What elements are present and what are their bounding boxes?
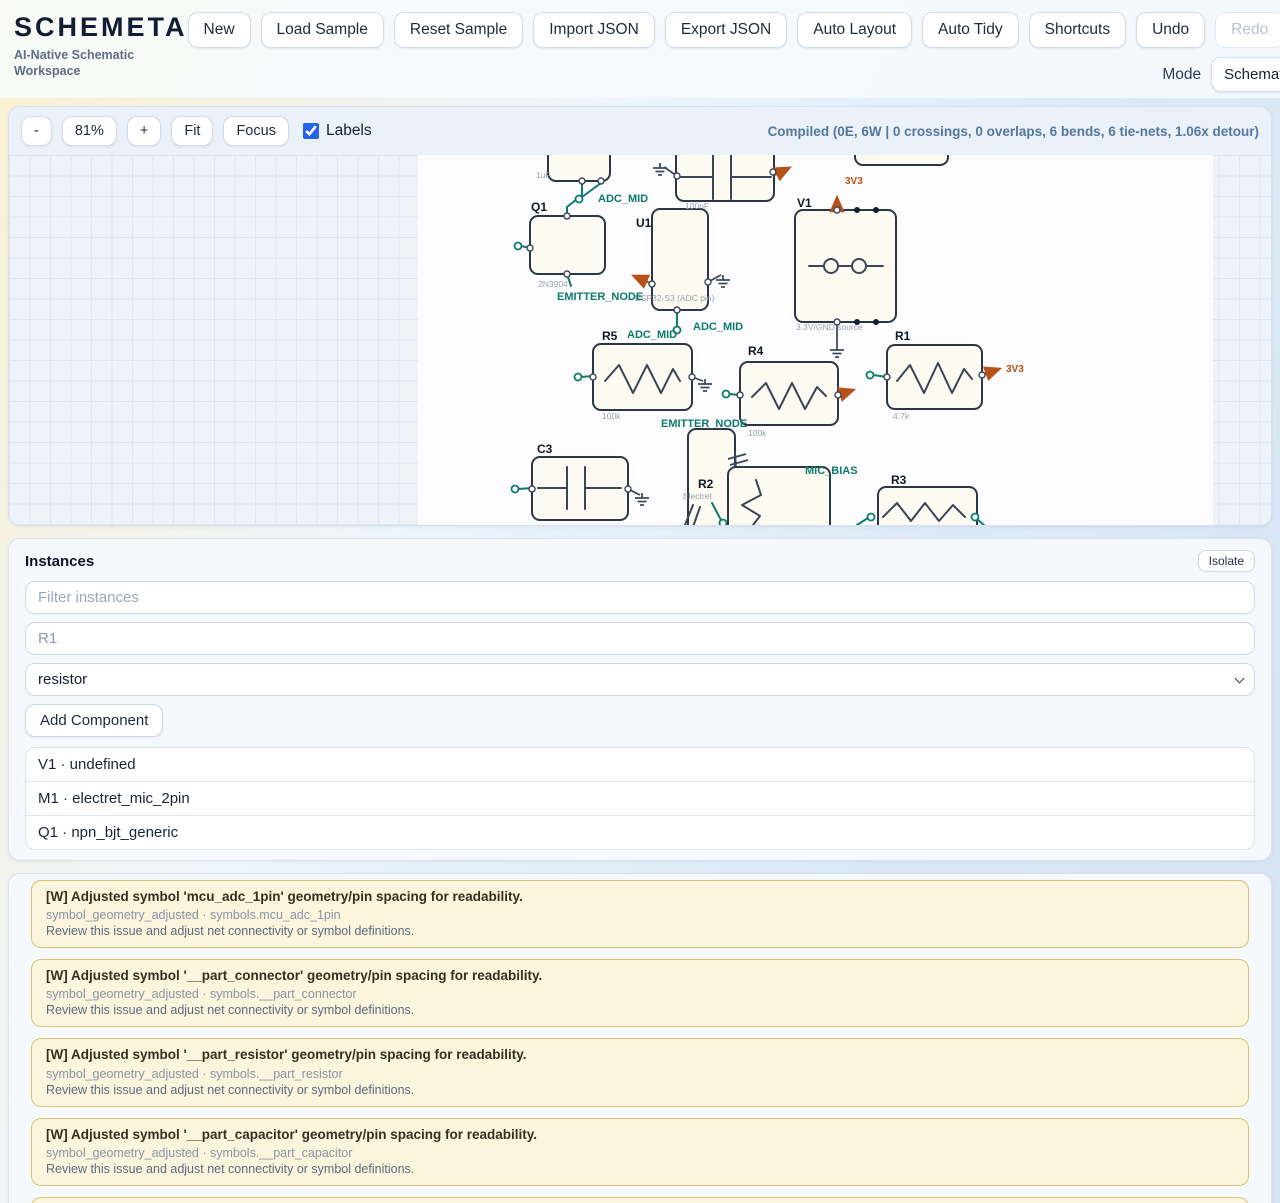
warning-card: [W] Adjusted symbol '__part_resistor' ge… [31,1038,1249,1106]
instances-list: V1 · undefined M1 · electret_mic_2pin Q1… [25,747,1255,850]
isolate-button[interactable]: Isolate [1198,550,1255,572]
ref-label-r1: R1 [895,329,911,343]
warning-meta: symbol_geometry_adjusted · symbols.mcu_a… [46,908,1234,922]
value-label-c1: 100nF [685,201,709,211]
component-c2-1uf[interactable] [548,155,610,181]
net-label-emitter-node: EMITTER_NODE [661,418,747,430]
ref-label-r3: R3 [891,473,907,487]
ref-label-c3: C3 [537,442,553,456]
component-type-select[interactable]: resistor [25,663,1255,696]
mode-select-value: Schematic Stub [1224,66,1280,83]
ref-label-u1: U1 [636,216,652,230]
new-button[interactable]: New [188,12,251,48]
redo-button[interactable]: Redo [1215,12,1280,48]
warning-card: [W] Adjusted symbol 'mcu_adc_1pin' geome… [31,880,1249,948]
labels-checkbox[interactable] [303,123,319,139]
app-logo: SCHEMETA [14,12,188,43]
value-label-r5: 100k [602,411,621,421]
labels-toggle[interactable]: Labels [303,122,372,140]
component-q1[interactable] [530,216,605,274]
warning-card: [W] Adjusted symbol '__part_connector' g… [31,959,1249,1027]
ref-label-r4: R4 [748,344,764,358]
list-item[interactable]: V1 · undefined [26,748,1254,781]
labels-checkbox-label: Labels [326,122,372,140]
warning-meta: symbol_geometry_adjusted · symbols.__par… [46,1067,1234,1081]
ref-label-q1: Q1 [531,200,547,214]
schematic-canvas[interactable]: Q1 U1 V1 R5 R4 R1 C3 R2 R3 1uF 100nF 2N3… [9,155,1271,525]
list-item[interactable]: Q1 · npn_bjt_generic [26,815,1254,849]
canvas-section: - 81% + Fit Focus Labels Compiled (0E, 6… [8,106,1272,526]
zoom-in-button[interactable]: + [127,116,161,146]
net-label-emitter-node: EMITTER_NODE [557,291,643,303]
compile-status: Compiled (0E, 6W | 0 crossings, 0 overla… [768,124,1259,139]
load-sample-button[interactable]: Load Sample [261,12,384,48]
zoom-out-button[interactable]: - [21,116,52,146]
shortcuts-button[interactable]: Shortcuts [1029,12,1126,48]
value-label-r1: 4.7k [893,411,910,421]
component-top-right[interactable] [855,155,948,165]
reset-sample-button[interactable]: Reset Sample [394,12,523,48]
power-label-3v3: 3V3 [845,176,863,187]
net-label-mic-bias: MIC_BIAS [805,465,858,477]
warning-title: [W] Adjusted symbol 'mcu_adc_1pin' geome… [46,889,1234,905]
warning-note: Review this issue and adjust net connect… [46,1162,1234,1176]
ref-label-r2: R2 [698,477,714,491]
warning-title: [W] Adjusted symbol '__part_resistor' ge… [46,1047,1234,1063]
ref-label-r5: R5 [602,329,618,343]
warning-meta: symbol_geometry_adjusted · symbols.__par… [46,987,1234,1001]
zoom-level-button[interactable]: 81% [62,116,117,146]
focus-button[interactable]: Focus [223,116,289,146]
instances-title: Instances [25,553,94,570]
warning-card: [W] Adjusted symbol '__part_capacitor' g… [31,1118,1249,1186]
undo-button[interactable]: Undo [1136,12,1205,48]
auto-layout-button[interactable]: Auto Layout [797,12,912,48]
add-component-button[interactable]: Add Component [25,704,163,737]
list-item[interactable]: M1 · electret_mic_2pin [26,781,1254,815]
brand: SCHEMETA AI-Native Schematic Workspace [14,12,188,80]
app-subtitle: AI-Native Schematic Workspace [14,47,164,80]
filter-instances-input[interactable] [25,581,1255,614]
warning-note: Review this issue and adjust net connect… [46,1003,1234,1017]
net-label-adc-mid: ADC_MID [693,321,743,333]
warning-card: [W] Added pin '3V3' to generic symbol '_… [31,1197,1249,1203]
net-label-adc-mid: ADC_MID [627,329,677,341]
export-json-button[interactable]: Export JSON [665,12,787,48]
part-label-m1: Electret [683,491,712,501]
component-name-input[interactable] [25,622,1255,655]
warning-note: Review this issue and adjust net connect… [46,924,1234,938]
chevron-down-icon [1235,673,1245,683]
auto-tidy-button[interactable]: Auto Tidy [922,12,1019,48]
net-label-adc-mid: ADC_MID [598,193,648,205]
value-label-c2: 1uF [536,170,551,180]
part-label-u1: ESP32-S3 (ADC pin) [635,293,715,303]
fit-button[interactable]: Fit [171,116,213,146]
part-label-v1: 3.3V/GND source [796,322,863,332]
header-toolbar: New Load Sample Reset Sample Import JSON… [188,12,1280,48]
warning-meta: symbol_geometry_adjusted · symbols.__par… [46,1146,1234,1160]
warning-title: [W] Adjusted symbol '__part_connector' g… [46,968,1234,984]
warning-note: Review this issue and adjust net connect… [46,1083,1234,1097]
mode-label: Mode [1162,66,1201,84]
warning-title: [W] Adjusted symbol '__part_capacitor' g… [46,1127,1234,1143]
component-type-value: resistor [38,671,87,688]
part-label-q1: 2N3904 [538,279,568,289]
value-label-r4: 100k [748,428,767,438]
ref-label-v1: V1 [797,196,812,210]
canvas-toolbar: - 81% + Fit Focus Labels Compiled (0E, 6… [9,107,1271,155]
import-json-button[interactable]: Import JSON [533,12,655,48]
schematic-svg: Q1 U1 V1 R5 R4 R1 C3 R2 R3 1uF 100nF 2N3… [9,155,1271,525]
power-label-3v3: 3V3 [1006,364,1024,375]
mode-select[interactable]: Schematic Stub [1211,57,1280,92]
app-header: SCHEMETA AI-Native Schematic Workspace N… [0,0,1280,98]
warnings-panel: [W] Adjusted symbol 'mcu_adc_1pin' geome… [8,873,1272,1203]
instances-panel: Instances Isolate resistor Add Component… [8,538,1272,861]
